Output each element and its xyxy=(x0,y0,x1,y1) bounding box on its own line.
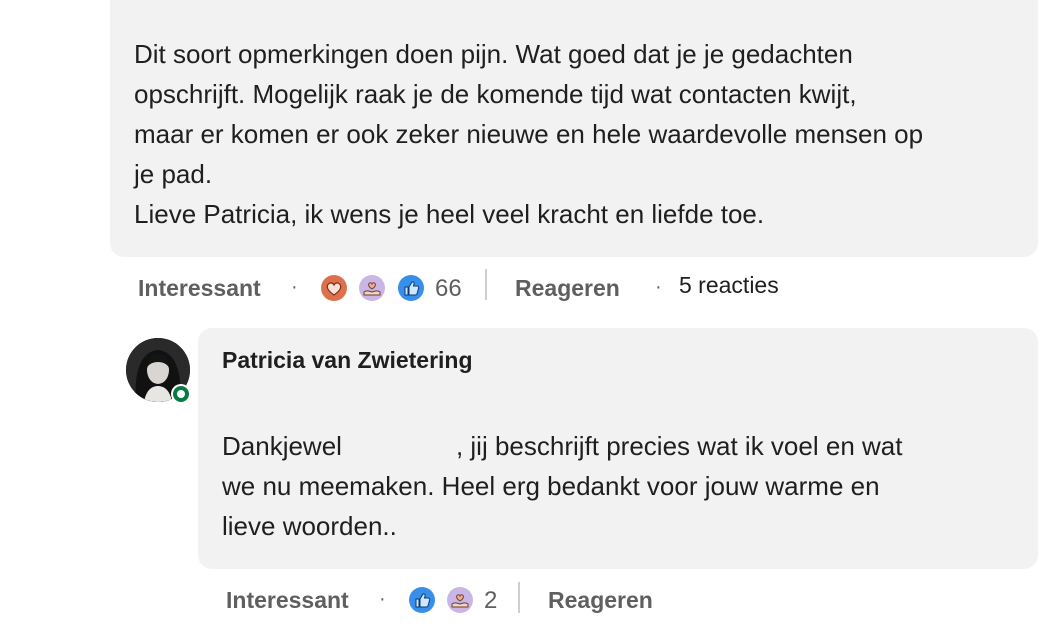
separator-dot: · xyxy=(291,276,298,298)
reply-author-name[interactable]: Patricia van Zwietering xyxy=(222,347,473,374)
comment-text: Dit soort opmerkingen doen pijn. Wat goe… xyxy=(134,34,923,234)
reply-button[interactable]: Reageren xyxy=(515,275,620,302)
reply-button[interactable]: Reageren xyxy=(548,587,653,614)
reply-line: lieve woorden.. xyxy=(222,511,397,541)
reaction-count[interactable]: 2 xyxy=(484,587,497,615)
love-icon[interactable] xyxy=(320,274,348,302)
support-icon[interactable] xyxy=(358,274,386,302)
like-icon[interactable] xyxy=(408,586,436,614)
reply-line: Dankjewel , jij beschrijft precies wat ik… xyxy=(222,426,902,466)
reaction-count[interactable]: 66 xyxy=(435,275,462,303)
reply-line-end: , jij beschrijft precies wat ik voel en … xyxy=(455,431,903,461)
comment-line: Lieve Patricia, ik wens je heel veel kra… xyxy=(134,199,765,229)
reply-text: Dankjewel , jij beschrijft precies wat ik… xyxy=(222,426,902,546)
reply-line-start: Dankjewel xyxy=(222,431,342,461)
react-button[interactable]: Interessant xyxy=(226,587,349,614)
replies-count-link[interactable]: 5 reacties xyxy=(679,272,779,299)
comment-line: maar er komen er ook zeker nieuwe en hel… xyxy=(134,119,924,149)
online-status-indicator xyxy=(171,384,191,404)
separator-dot: · xyxy=(379,588,386,610)
divider xyxy=(485,269,487,300)
comment-line: Dit soort opmerkingen doen pijn. Wat goe… xyxy=(134,39,853,69)
divider xyxy=(518,582,520,613)
support-icon[interactable] xyxy=(446,586,474,614)
separator-dot: · xyxy=(655,276,662,298)
comment-line: je pad. xyxy=(134,159,213,189)
comment-line: opschrijft. Mogelijk raak je de komende … xyxy=(134,79,857,109)
like-icon[interactable] xyxy=(397,274,425,302)
react-button[interactable]: Interessant xyxy=(138,275,261,302)
reply-line: we nu meemaken. Heel erg bedankt voor jo… xyxy=(222,471,880,501)
